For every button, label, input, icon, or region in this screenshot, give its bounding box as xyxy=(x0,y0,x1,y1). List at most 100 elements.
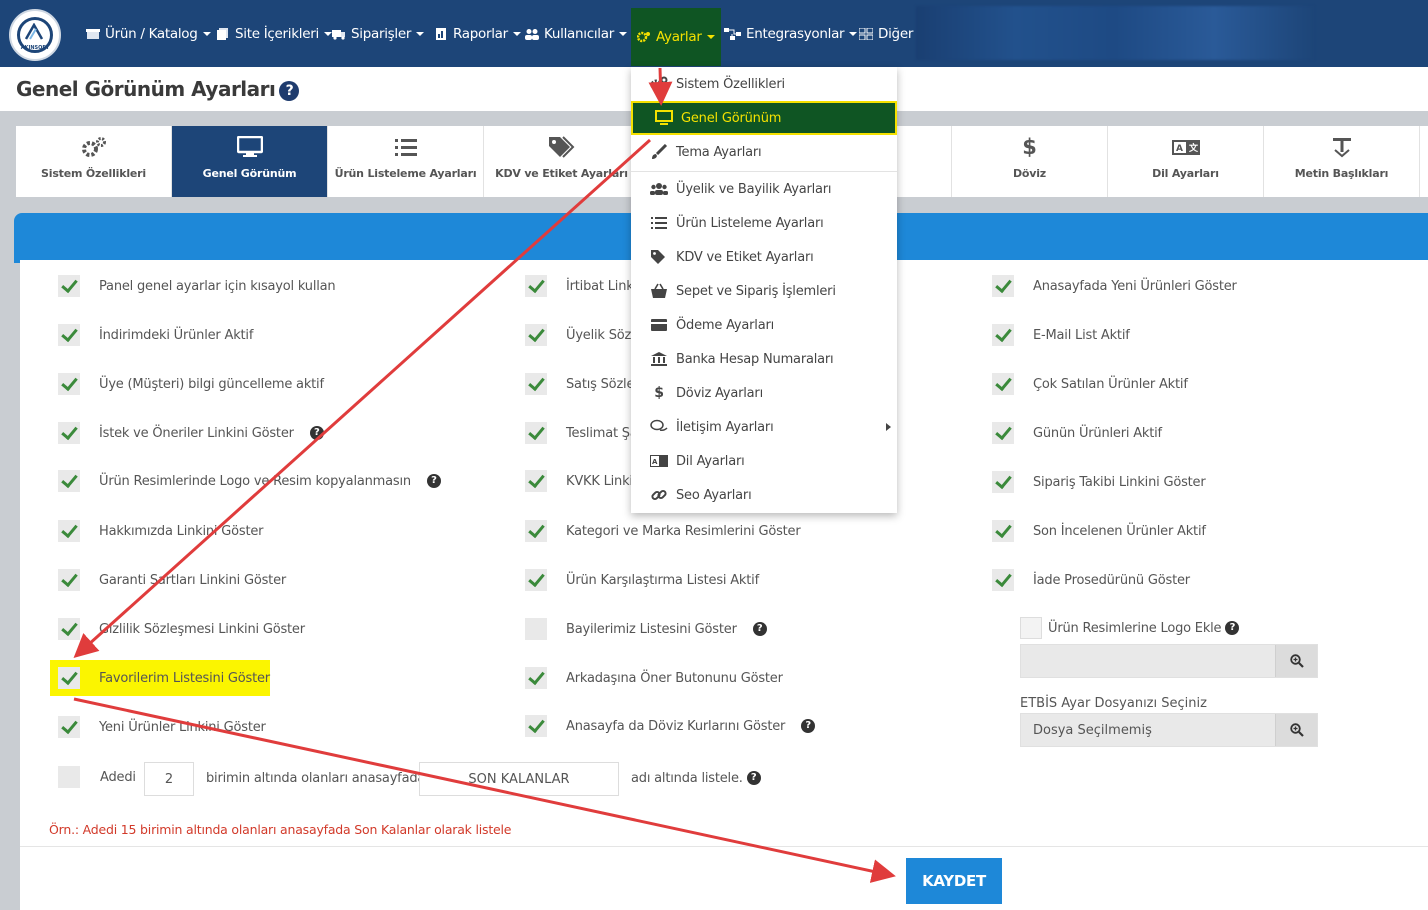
nav-siparisler[interactable]: Siparişler xyxy=(332,0,425,67)
setting-label: Panel genel ayarlar için kısayol kullan xyxy=(99,278,336,294)
menu-item-tema-ayarlari[interactable]: Tema Ayarları xyxy=(631,135,897,169)
nav-label: Site İçerikleri xyxy=(235,25,319,42)
tab-label: Genel Görünüm xyxy=(202,167,297,180)
checkbox[interactable] xyxy=(992,471,1014,493)
tab-sistem-ozellikleri[interactable]: Sistem Özellikleri xyxy=(16,126,172,197)
caret-down-icon xyxy=(512,31,521,36)
help-icon[interactable]: ? xyxy=(752,622,767,636)
help-icon[interactable]: ? xyxy=(426,474,441,488)
tab-genel-gorunum[interactable]: Genel Görünüm xyxy=(172,126,328,197)
setting-row: Anasayfada Yeni Ürünleri Göster xyxy=(992,275,1237,297)
setting-row: İstek ve Öneriler Linkini Göster? xyxy=(58,422,324,444)
menu-item-urun-listeleme[interactable]: Ürün Listeleme Ayarları xyxy=(631,206,897,240)
nav-kullanicilar[interactable]: Kullanıcılar xyxy=(525,0,627,67)
menu-item-kdv-etiket[interactable]: KDV ve Etiket Ayarları xyxy=(631,240,897,274)
checkbox[interactable] xyxy=(58,324,80,346)
tab-doviz[interactable]: $ Döviz xyxy=(952,126,1108,197)
nav-urun-katalog[interactable]: Ürün / Katalog xyxy=(86,0,211,67)
menu-item-sistem-ozellikleri[interactable]: Sistem Özellikleri xyxy=(631,67,897,101)
menu-item-dil[interactable]: A Dil Ayarları xyxy=(631,444,897,478)
checkbox[interactable] xyxy=(58,422,80,444)
page-title-text: Genel Görünüm Ayarları xyxy=(16,77,276,101)
checkbox[interactable] xyxy=(992,520,1014,542)
stock-name-input[interactable]: SON KALANLAR xyxy=(419,762,619,796)
help-icon[interactable]: ? xyxy=(746,771,761,785)
tab-kdv-etiket[interactable]: KDV ve Etiket Ayarları xyxy=(484,126,640,197)
tab-dil-ayarlari[interactable]: A文 Dil Ayarları xyxy=(1108,126,1264,197)
checkbox[interactable] xyxy=(525,715,547,737)
setting-row: Panel genel ayarlar için kısayol kullan xyxy=(58,275,336,297)
monitor-icon xyxy=(236,136,263,157)
checkbox[interactable] xyxy=(525,373,547,395)
checkbox[interactable] xyxy=(992,324,1014,346)
checkbox[interactable] xyxy=(525,520,547,542)
checkbox[interactable] xyxy=(992,569,1014,591)
checkbox[interactable] xyxy=(525,324,547,346)
menu-label: Tema Ayarları xyxy=(676,144,762,160)
checkbox[interactable] xyxy=(58,569,80,591)
checkbox[interactable] xyxy=(58,618,80,640)
menu-label: Sistem Özellikleri xyxy=(676,76,785,92)
save-button[interactable]: KAYDET xyxy=(906,858,1002,904)
help-circle-icon[interactable]: ? xyxy=(279,81,300,101)
setting-label: KVKK Linkin xyxy=(566,473,641,489)
checkbox[interactable] xyxy=(525,275,547,297)
menu-label: Ürün Listeleme Ayarları xyxy=(676,215,824,231)
checkbox[interactable] xyxy=(58,766,80,788)
checkbox[interactable] xyxy=(58,667,80,689)
setting-row: E-Mail List Aktif xyxy=(992,324,1130,346)
help-icon[interactable]: ? xyxy=(801,719,816,733)
menu-label: Sepet ve Sipariş İşlemleri xyxy=(676,283,836,299)
tab-metin-basliklari[interactable]: Metin Başlıkları xyxy=(1264,126,1420,197)
nav-ayarlar[interactable]: Ayarlar xyxy=(631,8,721,66)
checkbox[interactable] xyxy=(992,373,1014,395)
setting-label: Ürün Resimlerine Logo Ekle xyxy=(1048,620,1222,636)
setting-label: Garanti Şartları Linkini Göster xyxy=(99,572,287,588)
logo-file-input[interactable] xyxy=(1020,644,1318,678)
checkbox[interactable] xyxy=(58,470,80,492)
menu-item-doviz[interactable]: $ Döviz Ayarları xyxy=(631,376,897,410)
checkbox[interactable] xyxy=(58,275,80,297)
menu-item-seo[interactable]: Seo Ayarları xyxy=(631,478,897,512)
etbis-file-input[interactable]: Dosya Seçilmemiş xyxy=(1020,713,1318,747)
file-browse-button[interactable] xyxy=(1275,645,1317,677)
file-browse-button[interactable] xyxy=(1275,714,1317,746)
help-icon[interactable]: ? xyxy=(309,426,324,440)
menu-item-banka-hesap[interactable]: Banka Hesap Numaraları xyxy=(631,342,897,376)
caret-down-icon xyxy=(416,31,425,36)
checkbox[interactable] xyxy=(525,470,547,492)
checkbox[interactable] xyxy=(1020,617,1042,639)
checkbox[interactable] xyxy=(992,275,1014,297)
menu-item-genel-gorunum[interactable]: Genel Görünüm xyxy=(631,101,897,135)
checkbox[interactable] xyxy=(525,422,547,444)
list-icon xyxy=(394,139,417,156)
tab-urun-listeleme[interactable]: Ürün Listeleme Ayarları xyxy=(328,126,484,197)
checkbox[interactable] xyxy=(58,716,80,738)
checkbox[interactable] xyxy=(992,422,1014,444)
setting-label: İstek ve Öneriler Linkini Göster xyxy=(99,425,294,441)
checkbox[interactable] xyxy=(525,667,547,689)
menu-item-odeme[interactable]: Ödeme Ayarları xyxy=(631,308,897,342)
menu-label: KDV ve Etiket Ayarları xyxy=(676,249,814,265)
file-input-value: Dosya Seçilmemiş xyxy=(1033,723,1152,738)
help-icon[interactable]: ? xyxy=(1225,621,1240,635)
checkbox[interactable] xyxy=(58,373,80,395)
tags-icon xyxy=(651,250,665,264)
checkbox[interactable] xyxy=(58,520,80,542)
nav-entegrasyonlar[interactable]: Entegrasyonlar xyxy=(724,0,858,67)
nav-site-icerikleri[interactable]: Site İçerikleri xyxy=(216,0,332,67)
menu-label: İletişim Ayarları xyxy=(676,419,774,435)
menu-item-iletisim[interactable]: İletişim Ayarları xyxy=(631,410,897,444)
setting-label: Gizlilik Sözleşmesi Linkini Göster xyxy=(99,621,305,637)
menu-item-uyelik-bayilik[interactable]: Üyelik ve Bayilik Ayarları xyxy=(631,172,897,206)
nav-label: Diğer xyxy=(878,25,914,42)
menu-item-sepet-siparis[interactable]: Sepet ve Sipariş İşlemleri xyxy=(631,274,897,308)
tab-label: Dil Ayarları xyxy=(1152,167,1219,180)
stock-qty-input[interactable]: 2 xyxy=(144,762,194,796)
akinsoft-logo[interactable]: AKINSOFT xyxy=(9,9,61,61)
setting-row: Satış Sözle xyxy=(525,373,634,395)
checkbox[interactable] xyxy=(525,618,547,640)
tags-icon xyxy=(548,136,574,158)
nav-raporlar[interactable]: Raporlar xyxy=(434,0,521,67)
checkbox[interactable] xyxy=(525,569,547,591)
